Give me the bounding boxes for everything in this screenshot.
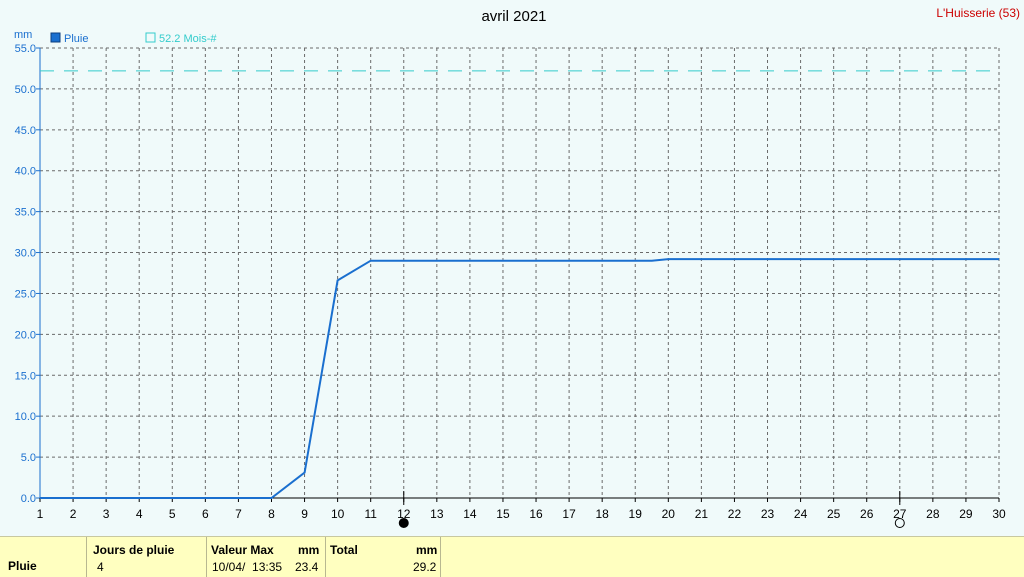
rain-chart: avril 2021 L'Huisserie (53) mm Pluie 52.… <box>14 6 1020 528</box>
x-tick-label: 19 <box>629 507 643 521</box>
x-tick-label: 5 <box>169 507 176 521</box>
valeur-max-label: Valeur Max <box>211 543 274 557</box>
grid <box>39 47 1000 499</box>
x-tick-label: 16 <box>529 507 543 521</box>
chart-title: avril 2021 <box>481 8 546 25</box>
summary-total-cell: Total mm 29.2 <box>326 537 441 577</box>
summary-table: Pluie Jours de pluie 4 Valeur Max mm 10/… <box>0 536 1024 577</box>
x-tick-label: 1 <box>37 507 44 521</box>
valeur-max-value: 23.4 <box>295 560 319 574</box>
valeur-max-date: 10/04/ 13:35 <box>212 560 283 574</box>
y-tick-label: 5.0 <box>21 452 36 464</box>
y-tick-label: 35.0 <box>15 207 36 219</box>
x-tick-label: 29 <box>959 507 973 521</box>
y-tick-label: 40.0 <box>15 166 36 178</box>
x-tick-label: 15 <box>496 507 510 521</box>
x-tick-label: 8 <box>268 507 275 521</box>
y-tick-label: 15.0 <box>15 370 36 382</box>
summary-row-label: Pluie <box>8 559 37 573</box>
y-tick-label: 45.0 <box>15 125 36 137</box>
total-unit: mm <box>416 543 438 557</box>
summary-row-label-cell: Pluie <box>0 537 87 577</box>
full-moon-icon <box>894 518 905 528</box>
x-tick-label: 22 <box>728 507 742 521</box>
x-tick-label: 30 <box>992 507 1006 521</box>
legend-reference-label: 52.2 Mois-# <box>159 33 217 45</box>
y-axis-unit: mm <box>14 29 32 41</box>
x-tick-label: 9 <box>301 507 308 521</box>
total-value: 29.2 <box>413 560 437 574</box>
y-tick-label: 10.0 <box>15 411 36 423</box>
legend: Pluie 52.2 Mois-# <box>50 32 217 45</box>
x-tick-label: 13 <box>430 507 444 521</box>
summary-jours-cell: Jours de pluie 4 <box>87 537 207 577</box>
y-tick-label: 20.0 <box>15 329 36 341</box>
x-tick-label: 18 <box>595 507 609 521</box>
valeur-max-unit: mm <box>298 543 320 557</box>
y-axis-ticks: 0.0 5.0 10.0 15.0 20.0 25.0 30.0 35.0 40.0 45.0 50… <box>15 43 40 505</box>
x-tick-label: 25 <box>827 507 841 521</box>
plot-area <box>40 48 999 498</box>
x-tick-label: 24 <box>794 507 808 521</box>
x-tick-label: 6 <box>202 507 209 521</box>
x-tick-label: 7 <box>235 507 242 521</box>
y-tick-label: 25.0 <box>15 288 36 300</box>
jours-de-pluie-value: 4 <box>97 560 104 574</box>
x-axis-ticks: 1 2 3 4 5 6 7 8 9 10 11 12 13 14 15 16 17 18 19 20 21 22 23 24 2… <box>37 498 1006 521</box>
x-tick-label: 10 <box>331 507 345 521</box>
x-tick-label: 21 <box>695 507 709 521</box>
x-tick-label: 2 <box>70 507 77 521</box>
x-tick-label: 14 <box>463 507 477 521</box>
y-tick-label: 50.0 <box>15 84 36 96</box>
summary-valeur-max-cell: Valeur Max mm 10/04/ 13:35 23.4 <box>207 537 326 577</box>
legend-pluie-label: Pluie <box>64 33 88 45</box>
x-tick-label: 20 <box>662 507 676 521</box>
x-tick-label: 3 <box>103 507 110 521</box>
y-tick-label: 30.0 <box>15 248 36 260</box>
station-name: L'Huisserie (53) <box>936 6 1020 20</box>
x-tick-label: 28 <box>926 507 940 521</box>
legend-reference-swatch <box>145 32 156 43</box>
y-tick-label: 0.0 <box>21 493 36 505</box>
x-tick-label: 17 <box>562 507 576 521</box>
x-tick-label: 26 <box>860 507 874 521</box>
x-tick-label: 11 <box>364 507 377 521</box>
x-tick-label: 23 <box>761 507 775 521</box>
legend-pluie-swatch <box>50 32 61 43</box>
new-moon-icon <box>398 518 409 528</box>
y-tick-label: 55.0 <box>15 43 36 55</box>
total-label: Total <box>330 543 358 557</box>
jours-de-pluie-label: Jours de pluie <box>93 543 175 557</box>
x-tick-label: 4 <box>136 507 143 521</box>
